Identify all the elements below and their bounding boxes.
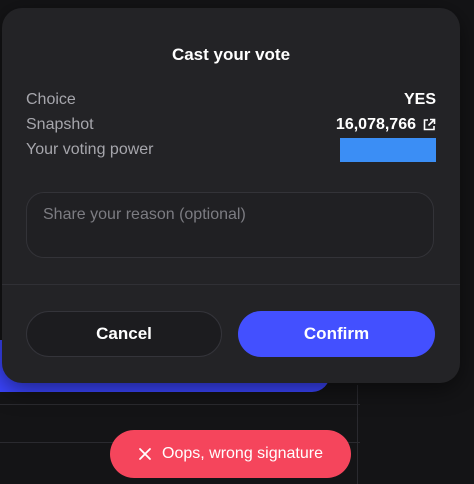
voting-power-row: Your voting power	[26, 138, 436, 162]
cast-vote-modal: Cast your vote Choice YES Snapshot 16,07…	[2, 8, 460, 383]
modal-divider	[2, 284, 460, 285]
background-divider	[357, 385, 358, 484]
snapshot-label: Snapshot	[26, 116, 94, 133]
choice-value: YES	[403, 91, 436, 108]
snapshot-link[interactable]: 16,078,766	[336, 116, 436, 134]
snapshot-row: Snapshot 16,078,766	[26, 113, 436, 137]
modal-title: Cast your vote	[171, 45, 291, 64]
reason-input[interactable]: Share your reason (optional)	[26, 192, 434, 258]
reason-placeholder: Share your reason (optional)	[43, 206, 246, 223]
voting-power-label: Your voting power	[26, 141, 154, 158]
confirm-button[interactable]: Confirm	[238, 311, 435, 357]
choice-row: Choice YES	[26, 88, 436, 112]
voting-power-value-redacted	[340, 138, 436, 162]
background-divider	[0, 404, 360, 405]
snapshot-value: 16,078,766	[335, 116, 416, 133]
close-icon[interactable]	[138, 447, 152, 461]
toast-message: Oops, wrong signature	[162, 445, 323, 462]
cancel-button[interactable]: Cancel	[26, 311, 222, 357]
external-link-icon[interactable]	[422, 118, 436, 132]
choice-label: Choice	[26, 91, 76, 108]
error-toast: Oops, wrong signature	[110, 430, 351, 478]
